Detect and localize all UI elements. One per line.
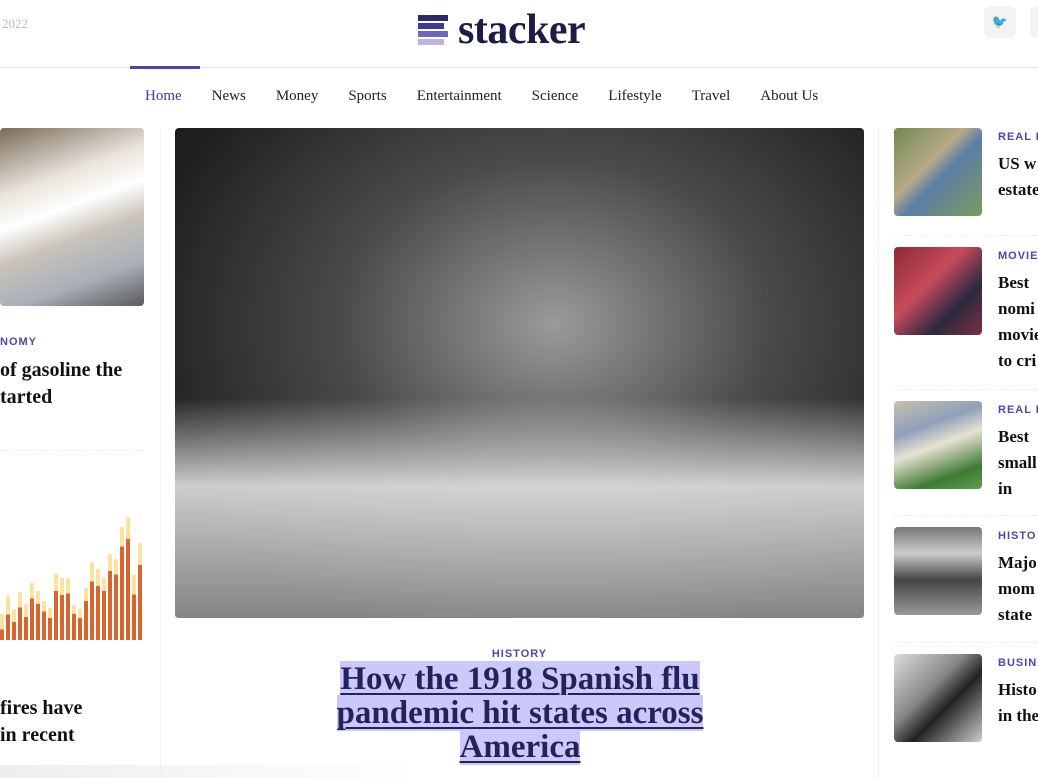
headline-line: pandemic hit states across (336, 695, 704, 731)
featured-story-image[interactable] (175, 128, 864, 618)
headline-line: How the 1918 Spanish flu (340, 661, 700, 697)
title-line: Majo (998, 553, 1037, 572)
featured-headline-link[interactable]: How the 1918 Spanish flu pandemic hit st… (300, 661, 740, 765)
logo-text: stacker (458, 7, 586, 53)
main-nav: Home News Money Sports Entertainment Science L… (145, 88, 848, 105)
nav-news[interactable]: News (212, 88, 246, 105)
left-story-2-title[interactable]: fires have in recent (0, 695, 82, 749)
chart-bar (0, 614, 4, 640)
chart-bar (138, 542, 142, 640)
sidebar-story-category[interactable]: REAL E (998, 404, 1038, 416)
left-story-image[interactable] (0, 128, 144, 306)
sidebar-story-category[interactable]: HISTO (998, 530, 1038, 542)
sidebar-story-title[interactable]: US w estate (998, 151, 1038, 203)
chart-bar (18, 591, 22, 640)
title-line: estate (998, 180, 1038, 199)
chart-bar (126, 516, 130, 640)
chart-bar (42, 601, 46, 640)
divider (894, 235, 1038, 236)
title-line: tarted (0, 386, 53, 408)
title-line: Histo (998, 680, 1037, 699)
left-story-title[interactable]: of gasoline the tarted (0, 357, 122, 411)
title-line: of gasoline the (0, 359, 123, 381)
sidebar-story-image[interactable] (894, 401, 982, 489)
chart-bar (54, 573, 58, 640)
twitter-icon: 🐦 (991, 14, 1009, 30)
title-line: Best (998, 427, 1030, 446)
left-story-chart-image[interactable] (0, 505, 144, 640)
sidebar-story-category[interactable]: REAL E (998, 131, 1038, 143)
title-line: nomi (998, 299, 1035, 318)
chart-bar (66, 577, 70, 640)
sidebar-story-category[interactable]: BUSIN (998, 657, 1038, 669)
title-line: to cri (998, 351, 1037, 370)
divider (894, 389, 1038, 390)
title-line: small (998, 453, 1037, 472)
title-line: mom (998, 579, 1035, 598)
nav-entertainment[interactable]: Entertainment (417, 88, 502, 105)
nav-about-us[interactable]: About Us (760, 88, 818, 105)
chart-bar (36, 590, 40, 640)
chart-bar (120, 526, 124, 640)
column-divider (160, 128, 161, 778)
social-button[interactable] (1030, 6, 1038, 38)
left-story-category[interactable]: NOMY (0, 336, 37, 348)
sidebar-story-title[interactable]: Best small in (998, 424, 1038, 502)
chart-bar (24, 603, 28, 640)
scroll-shadow (0, 765, 420, 778)
sidebar-story-image[interactable] (894, 128, 982, 216)
column-divider (878, 128, 879, 778)
divider (894, 642, 1038, 643)
chart-bar (84, 588, 88, 640)
chart-bar (102, 577, 106, 640)
title-line: in the (998, 706, 1038, 725)
sidebar-story-title[interactable]: Majo mom state (998, 550, 1038, 628)
featured-category[interactable]: HISTORY (175, 648, 864, 660)
chart-bar (12, 608, 16, 640)
nav-travel[interactable]: Travel (692, 88, 731, 105)
nav-home[interactable]: Home (145, 88, 182, 105)
twitter-button[interactable]: 🐦 (984, 6, 1016, 38)
nav-lifestyle[interactable]: Lifestyle (608, 88, 661, 105)
title-line: in recent (0, 724, 75, 746)
sidebar-story-image[interactable] (894, 247, 982, 335)
sidebar-story-image[interactable] (894, 654, 982, 742)
title-line: in (998, 479, 1013, 498)
stacker-logo[interactable]: stacker (418, 6, 586, 54)
sidebar-story-title[interactable]: Best nomi movie to cri (998, 270, 1038, 374)
nav-money[interactable]: Money (276, 88, 319, 105)
active-nav-indicator (130, 66, 200, 69)
chart-bar (72, 604, 76, 640)
chart-bar (132, 575, 136, 640)
title-line: state (998, 605, 1032, 624)
sidebar-story-image[interactable] (894, 527, 982, 615)
nav-science[interactable]: Science (532, 88, 579, 105)
chart-bar (30, 582, 34, 640)
headline-line: America (459, 729, 581, 765)
divider (894, 515, 1038, 516)
nav-sports[interactable]: Sports (348, 88, 386, 105)
sidebar-story-category[interactable]: MOVIE (998, 250, 1038, 262)
sidebar-story-title[interactable]: Histo in the (998, 677, 1038, 729)
title-line: fires have (0, 697, 83, 719)
divider (0, 450, 144, 451)
chart-bar (78, 608, 82, 640)
title-line: US w (998, 154, 1037, 173)
chart-bar (90, 562, 94, 640)
title-line: movie (998, 325, 1038, 344)
chart-bar (6, 594, 10, 640)
chart-bar (114, 559, 118, 640)
chart-bar (48, 607, 52, 640)
chart-bar (108, 554, 112, 640)
chart-bar (60, 577, 64, 640)
title-line: Best (998, 273, 1030, 292)
logo-mark-icon (418, 13, 448, 47)
date-text: 2022 (2, 16, 28, 31)
chart-bar (96, 568, 100, 640)
